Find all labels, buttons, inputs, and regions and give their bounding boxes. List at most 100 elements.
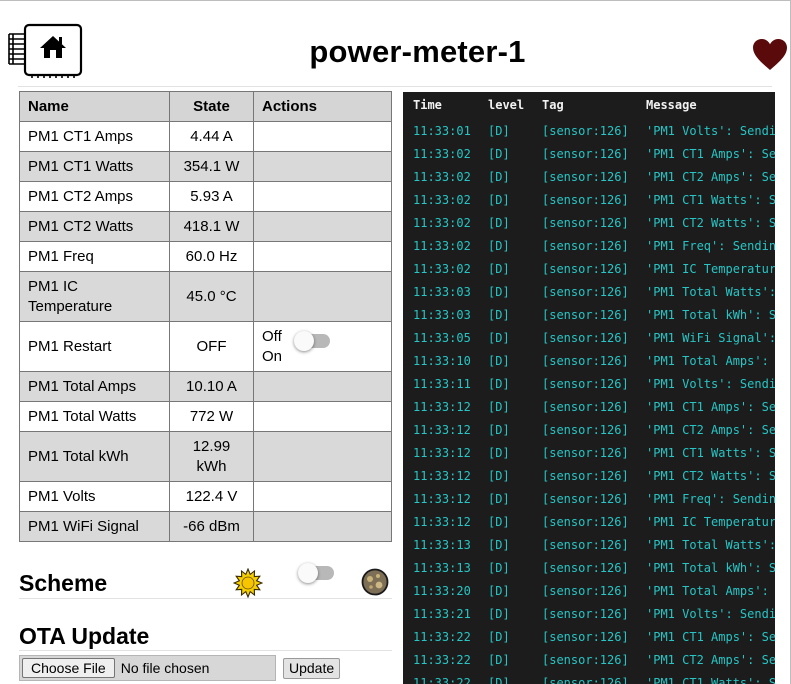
entity-actions bbox=[253, 271, 392, 322]
log-header-time: Time bbox=[413, 98, 442, 112]
log-time: 11:33:13 bbox=[413, 561, 471, 575]
log-row: 11:33:12 [D] [sensor:126] 'PM1 CT1 Watts': … bbox=[403, 446, 775, 469]
sun-icon bbox=[232, 567, 264, 599]
log-tag: [sensor:126] bbox=[542, 584, 629, 598]
log-level: [D] bbox=[488, 285, 510, 299]
log-row: 11:33:02 [D] [sensor:126] 'PM1 CT2 Watts': … bbox=[403, 216, 775, 239]
entity-name: PM1 CT2 Amps bbox=[19, 181, 170, 212]
log-row: 11:33:22 [D] [sensor:126] 'PM1 CT1 Watts': … bbox=[403, 676, 775, 684]
entity-name: PM1 IC Temperature bbox=[19, 271, 170, 322]
entity-state: -66 dBm bbox=[169, 511, 254, 542]
table-row: PM1 WiFi Signal -66 dBm bbox=[19, 511, 392, 542]
entity-actions bbox=[253, 371, 392, 402]
log-tag: [sensor:126] bbox=[542, 630, 629, 644]
log-row: 11:33:22 [D] [sensor:126] 'PM1 CT1 Amps': S… bbox=[403, 630, 775, 653]
entity-table: Name State Actions PM1 CT1 Amps 4.44 A P… bbox=[19, 91, 392, 542]
column-header-actions: Actions bbox=[253, 91, 392, 122]
header-divider bbox=[18, 86, 772, 87]
log-tag: [sensor:126] bbox=[542, 331, 629, 345]
log-tag: [sensor:126] bbox=[542, 653, 629, 667]
log-tag: [sensor:126] bbox=[542, 354, 629, 368]
restart-toggle[interactable] bbox=[294, 330, 331, 351]
log-time: 11:33:02 bbox=[413, 239, 471, 253]
log-level: [D] bbox=[488, 492, 510, 506]
log-row: 11:33:21 [D] [sensor:126] 'PM1 Volts': Send… bbox=[403, 607, 775, 630]
log-level: [D] bbox=[488, 170, 510, 184]
log-level: [D] bbox=[488, 193, 510, 207]
log-message: 'PM1 Total kWh': S bbox=[646, 308, 775, 322]
scheme-toggle[interactable] bbox=[298, 563, 334, 583]
window-top-border bbox=[0, 0, 791, 1]
entity-state: 60.0 Hz bbox=[169, 241, 254, 272]
entity-actions bbox=[253, 481, 392, 512]
log-header-tag: Tag bbox=[542, 98, 564, 112]
entity-actions bbox=[253, 121, 392, 152]
entity-name: PM1 Freq bbox=[19, 241, 170, 272]
table-row: PM1 Total Amps 10.10 A bbox=[19, 371, 392, 402]
entity-state: 10.10 A bbox=[169, 371, 254, 402]
log-time: 11:33:13 bbox=[413, 538, 471, 552]
log-time: 11:33:22 bbox=[413, 653, 471, 667]
entity-actions bbox=[253, 241, 392, 272]
log-tag: [sensor:126] bbox=[542, 538, 629, 552]
log-tag: [sensor:126] bbox=[542, 446, 629, 460]
log-message: 'PM1 CT1 Watts': S bbox=[646, 676, 775, 684]
log-message: 'PM1 CT1 Amps': Se bbox=[646, 400, 775, 414]
entity-actions: Off On bbox=[253, 321, 392, 372]
log-time: 11:33:02 bbox=[413, 147, 471, 161]
log-tag: [sensor:126] bbox=[542, 239, 629, 253]
log-level: [D] bbox=[488, 584, 510, 598]
entity-state: 354.1 W bbox=[169, 151, 254, 182]
ota-title: OTA Update bbox=[19, 623, 150, 649]
log-tag: [sensor:126] bbox=[542, 423, 629, 437]
log-level: [D] bbox=[488, 400, 510, 414]
switch-on-label[interactable]: On bbox=[262, 347, 282, 367]
log-time: 11:33:12 bbox=[413, 515, 471, 529]
log-message: 'PM1 Total kWh': S bbox=[646, 561, 775, 575]
log-header-message: Message bbox=[646, 98, 697, 112]
log-tag: [sensor:126] bbox=[542, 515, 629, 529]
scheme-title: Scheme bbox=[19, 570, 108, 596]
update-button[interactable]: Update bbox=[283, 658, 341, 679]
log-time: 11:33:12 bbox=[413, 469, 471, 483]
log-level: [D] bbox=[488, 515, 510, 529]
log-message: 'PM1 CT2 Amps': Se bbox=[646, 653, 775, 667]
heart-icon[interactable] bbox=[752, 38, 788, 72]
log-row: 11:33:01 [D] [sensor:126] 'PM1 Volts': Send… bbox=[403, 124, 775, 147]
entity-name: PM1 CT1 Watts bbox=[19, 151, 170, 182]
log-panel[interactable]: Time level Tag Message 11:33:01 [D] [senso… bbox=[403, 92, 775, 684]
log-row: 11:33:11 [D] [sensor:126] 'PM1 Volts': Send… bbox=[403, 377, 775, 400]
log-level: [D] bbox=[488, 630, 510, 644]
log-level: [D] bbox=[488, 147, 510, 161]
entity-state: 772 W bbox=[169, 401, 254, 432]
log-tag: [sensor:126] bbox=[542, 400, 629, 414]
table-row: PM1 Freq 60.0 Hz bbox=[19, 241, 392, 272]
log-message: 'PM1 CT2 Watts': S bbox=[646, 469, 775, 483]
restart-switch: Off On bbox=[262, 327, 383, 367]
log-message: 'PM1 CT1 Amps': Se bbox=[646, 147, 775, 161]
scheme-divider bbox=[19, 598, 392, 599]
table-row: PM1 CT2 Amps 5.93 A bbox=[19, 181, 392, 212]
entity-state: 122.4 V bbox=[169, 481, 254, 512]
ota-divider bbox=[19, 650, 392, 651]
entity-state: 12.99 kWh bbox=[169, 431, 254, 482]
log-message: 'PM1 CT1 Watts': S bbox=[646, 193, 775, 207]
entity-actions bbox=[253, 431, 392, 482]
log-header: Time level Tag Message bbox=[403, 92, 775, 118]
entity-name: PM1 CT2 Watts bbox=[19, 211, 170, 242]
log-time: 11:33:12 bbox=[413, 492, 471, 506]
log-row: 11:33:02 [D] [sensor:126] 'PM1 CT2 Amps': S… bbox=[403, 170, 775, 193]
file-input[interactable]: Choose File No file chosen bbox=[19, 655, 276, 681]
log-row: 11:33:03 [D] [sensor:126] 'PM1 Total kWh': … bbox=[403, 308, 775, 331]
entity-state: 5.93 A bbox=[169, 181, 254, 212]
choose-file-button[interactable]: Choose File bbox=[22, 658, 115, 678]
log-message: 'PM1 Total Watts': bbox=[646, 538, 775, 552]
log-level: [D] bbox=[488, 538, 510, 552]
log-tag: [sensor:126] bbox=[542, 492, 629, 506]
switch-off-label[interactable]: Off bbox=[262, 327, 282, 347]
log-row: 11:33:13 [D] [sensor:126] 'PM1 Total Watts'… bbox=[403, 538, 775, 561]
log-tag: [sensor:126] bbox=[542, 262, 629, 276]
log-tag: [sensor:126] bbox=[542, 147, 629, 161]
log-row: 11:33:12 [D] [sensor:126] 'PM1 IC Temperatu… bbox=[403, 515, 775, 538]
log-message: 'PM1 IC Temperatur bbox=[646, 262, 775, 276]
